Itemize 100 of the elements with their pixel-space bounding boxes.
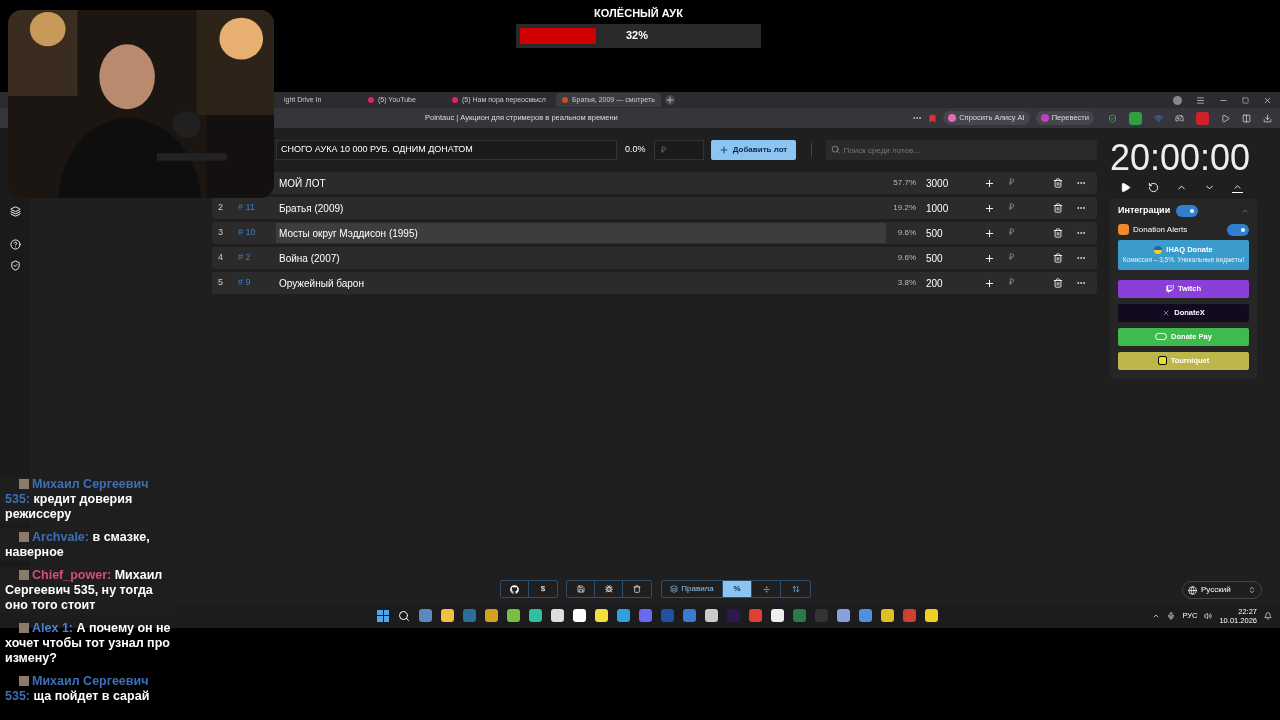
extension-icon[interactable] <box>1175 113 1184 123</box>
app-icon[interactable] <box>573 609 586 622</box>
globe-icon <box>1188 585 1197 595</box>
favicon-icon <box>452 97 458 103</box>
app-icon[interactable] <box>551 609 564 622</box>
lot-amount: 500 <box>926 251 944 266</box>
lot-name-field[interactable]: Братья (2009) <box>276 198 886 218</box>
menu-icon[interactable] <box>1196 95 1205 105</box>
chat-message: Alex 1: А почему он не хочет чтобы тот узнал про измену? <box>4 620 172 667</box>
new-tab-button[interactable] <box>664 95 675 105</box>
app-icon[interactable] <box>683 609 696 622</box>
bookmark-icon[interactable] <box>928 113 938 123</box>
app-icon[interactable] <box>419 609 432 622</box>
search-icon[interactable] <box>398 609 410 622</box>
lot-name-field[interactable]: Оружейный барон <box>276 273 886 293</box>
start-icon[interactable] <box>377 609 389 622</box>
close-icon[interactable] <box>1263 95 1272 105</box>
lot-percent: 3.8% <box>896 277 916 289</box>
lot-percent: 57.7% <box>892 177 916 189</box>
currency-label: ₽ <box>1009 276 1014 290</box>
eject-icon[interactable] <box>1232 182 1243 193</box>
app-icon[interactable] <box>485 609 498 622</box>
avatar-icon <box>1173 95 1182 105</box>
app-logo-icon <box>1040 114 1049 122</box>
lot-percent: 9.6% <box>896 252 916 264</box>
currency-label: ₽ <box>1009 201 1014 215</box>
add-amount-button[interactable] <box>984 177 995 189</box>
lot-name-field[interactable]: МОЙ ЛОТ <box>276 173 886 193</box>
lot-name-field[interactable]: Война (2007) <box>276 248 886 268</box>
app-icon[interactable] <box>441 609 454 622</box>
help-icon[interactable] <box>9 239 21 250</box>
github-icon <box>510 584 519 594</box>
lot-amount: 500 <box>926 226 944 241</box>
maximize-icon[interactable] <box>1242 96 1249 104</box>
bug-icon <box>604 585 613 593</box>
search-field[interactable]: Поиск среди лотов... <box>825 140 1097 160</box>
app-icon[interactable] <box>529 609 542 622</box>
donate-button[interactable]: $ <box>529 581 557 597</box>
media-icon[interactable] <box>1221 113 1230 123</box>
trash-icon <box>633 585 641 593</box>
toggle-switch[interactable] <box>1227 223 1249 236</box>
currency-label: ₽ <box>1009 226 1014 240</box>
app-icon[interactable] <box>925 609 938 622</box>
app-icon[interactable] <box>639 609 652 622</box>
delete-icon[interactable] <box>1053 278 1063 288</box>
app-icon[interactable] <box>859 609 872 622</box>
lot-id: # 11 <box>238 201 256 215</box>
app-icon[interactable] <box>617 609 630 622</box>
x-icon <box>1162 308 1171 317</box>
lot-number: 2 <box>218 201 224 215</box>
sidebar-icon[interactable] <box>1242 113 1251 123</box>
overlay-title: КОЛЁСНЫЙ АУК <box>594 6 683 21</box>
lot-percent: 9.6% <box>896 227 916 239</box>
layers-icon[interactable] <box>9 206 21 217</box>
notification-icon[interactable] <box>1264 611 1272 620</box>
currency-label: ₽ <box>1009 176 1014 190</box>
lot-name-field[interactable]: СНОГО АУКА 10 000 РУБ. ОДНИМ ДОНАТОМ <box>276 140 617 160</box>
chat-message: Михаил Сергеевич 535: ща пойдет в сарай <box>4 673 151 705</box>
save-icon <box>576 585 585 593</box>
app-icon[interactable] <box>881 609 894 622</box>
add-amount-button[interactable] <box>984 227 995 239</box>
app-icon[interactable] <box>837 609 850 622</box>
app-icon[interactable] <box>903 609 916 622</box>
sort-icon <box>791 585 800 593</box>
lot-number: 3 <box>218 226 224 240</box>
add-lot-button[interactable]: Добавить лот <box>710 140 796 160</box>
add-amount-button[interactable] <box>984 252 995 264</box>
mode-button[interactable]: % <box>723 581 752 597</box>
add-amount-button[interactable] <box>984 277 995 289</box>
download-icon[interactable] <box>1263 113 1272 123</box>
lot-number: 4 <box>218 251 224 265</box>
delete-icon[interactable] <box>1053 178 1063 188</box>
app-icon[interactable] <box>1129 111 1142 125</box>
app-icon[interactable] <box>595 609 608 622</box>
lot-id: # 2 <box>238 251 252 265</box>
add-amount-button[interactable] <box>984 202 995 214</box>
volume-icon[interactable] <box>1204 611 1213 620</box>
twitch-icon <box>1165 284 1174 293</box>
app-icon[interactable] <box>771 609 784 622</box>
lot-number: 5 <box>218 276 224 290</box>
plus-icon <box>718 145 729 155</box>
amount-field[interactable]: ₽ <box>653 140 704 160</box>
app-logo-icon <box>948 114 957 122</box>
app-icon[interactable] <box>507 609 520 622</box>
lot-id: # 10 <box>238 226 257 240</box>
play-icon[interactable] <box>1120 182 1131 193</box>
app-icon[interactable] <box>705 609 718 622</box>
delete-icon[interactable] <box>1053 228 1063 238</box>
app-icon[interactable] <box>749 609 762 622</box>
delete-icon[interactable] <box>1053 203 1063 213</box>
progress-reading: 32% <box>626 28 649 44</box>
search-icon <box>830 145 840 154</box>
tourniquet-icon <box>1157 356 1167 365</box>
currency-label: ₽ <box>1009 251 1014 265</box>
reset-icon[interactable] <box>1148 182 1159 193</box>
lot-name-field[interactable]: Мосты округ Мэддисон (1995) <box>276 223 886 243</box>
favicon-icon <box>368 97 374 103</box>
toggle-switch[interactable] <box>1176 204 1199 217</box>
lot-amount: 1000 <box>926 201 950 216</box>
delete-icon[interactable] <box>1053 253 1063 263</box>
